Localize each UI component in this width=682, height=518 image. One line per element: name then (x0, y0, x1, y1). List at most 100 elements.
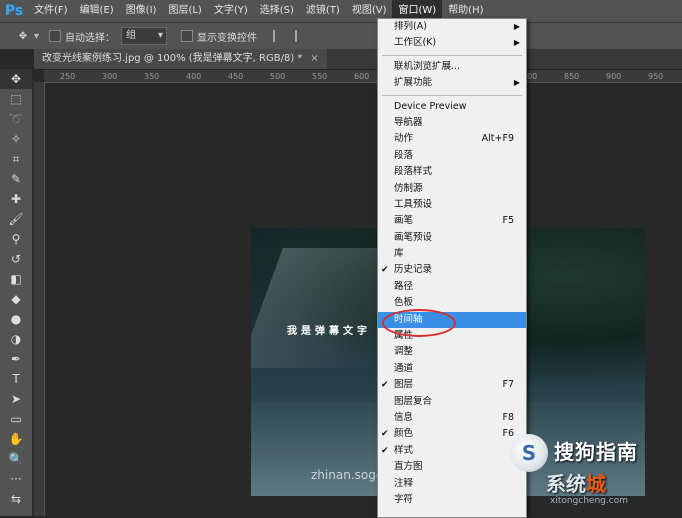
menu-item[interactable]: ✔ 历史记录 (378, 262, 526, 278)
ruler-tick: 900 (606, 72, 622, 81)
menu-item[interactable]: Device Preview (378, 99, 526, 115)
color-swap-icon[interactable]: ⇆ (0, 489, 32, 509)
document-tab-title: 改变光线案例练习.jpg @ 100% (我是弹幕文字, RGB/8) * (42, 53, 303, 64)
menu-item-label: 信息 (394, 411, 414, 423)
auto-select-dropdown[interactable]: 组 (121, 27, 168, 45)
tools-panel: ✥ ⬚ ➰ ✧ ⌗ ✎ ✚ 🖌 ⚲ ↺ ◧ ◆ ● ◑ ✒ T ➤ ▭ ✋ 🔍 … (0, 69, 33, 516)
menu-item[interactable]: 工作区(K) ▶ (378, 35, 526, 51)
menu-item[interactable]: 排列(A) ▶ (378, 19, 526, 35)
blur-tool-icon[interactable]: ● (0, 309, 32, 329)
clone-stamp-icon[interactable]: ⚲ (0, 229, 32, 249)
menu-item[interactable]: 通道 (378, 361, 526, 377)
menu-item-label: 联机浏览扩展... (394, 60, 461, 72)
menu-item[interactable]: 图层复合 (378, 394, 526, 410)
brush-tool-icon[interactable]: 🖌 (0, 209, 32, 229)
menu-bar: Ps 文件(F) 编辑(E) 图像(I) 图层(L) 文字(Y) 选择(S) 滤… (0, 0, 682, 22)
menu-item[interactable]: 扩展功能 ▶ (378, 75, 526, 91)
ruler-tick: 400 (186, 72, 202, 81)
menu-edit[interactable]: 编辑(E) (74, 0, 120, 22)
auto-select-checkbox[interactable] (49, 30, 62, 42)
dodge-tool-icon[interactable]: ◑ (0, 329, 32, 349)
move-tool-icon[interactable]: ✥ (12, 27, 34, 45)
menu-select[interactable]: 选择(S) (254, 0, 300, 22)
menu-item-label: 样式 (394, 444, 414, 456)
eraser-icon[interactable]: ◧ (0, 269, 32, 289)
ruler-tick: 950 (648, 72, 664, 81)
menu-item[interactable]: ✔ 样式 (378, 443, 526, 459)
menu-item[interactable]: 画笔 F5 (378, 213, 526, 229)
menu-item-label: 排列(A) (394, 21, 427, 32)
menu-image[interactable]: 图像(I) (120, 0, 163, 22)
menu-layer[interactable]: 图层(L) (162, 0, 207, 22)
check-icon: ✔ (381, 429, 389, 440)
watermark: S 搜狗指南 系统城 xitongcheng.com (510, 430, 680, 510)
menu-item[interactable]: 注释 (378, 476, 526, 492)
paint-bucket-icon[interactable]: ◆ (0, 289, 32, 309)
close-icon[interactable]: × (310, 53, 318, 64)
menu-item[interactable]: ✔ 颜色 F6 (378, 426, 526, 442)
menu-item-label: 画笔预设 (394, 231, 433, 243)
pen-tool-icon[interactable]: ✒ (0, 349, 32, 369)
menu-item[interactable]: 信息 F8 (378, 410, 526, 426)
menu-item[interactable]: ✔ 图层 F7 (378, 377, 526, 393)
menu-item-label: 色板 (394, 297, 414, 309)
menu-item-shortcut: F8 (502, 411, 514, 423)
menu-item[interactable]: 字符 (378, 492, 526, 508)
menu-item[interactable]: 工具预设 (378, 197, 526, 213)
menu-item-label: Device Preview (394, 100, 467, 112)
ruler-tick: 450 (228, 72, 244, 81)
marquee-tool-icon[interactable]: ⬚ (0, 89, 32, 109)
menu-item-label: 注释 (394, 477, 414, 489)
zoom-tool-icon[interactable]: 🔍 (0, 449, 32, 469)
menu-item-shortcut: F5 (502, 215, 514, 227)
menu-item-label: 库 (394, 248, 404, 260)
show-transform-label: 显示变换控件 (197, 32, 258, 44)
type-tool-icon[interactable]: T (0, 369, 32, 389)
menu-file[interactable]: 文件(F) (28, 0, 74, 22)
menu-item[interactable]: 直方图 (378, 459, 526, 475)
more-tools-icon[interactable]: ··· (0, 469, 32, 489)
ruler-tick: 350 (144, 72, 160, 81)
path-select-icon[interactable]: ➤ (0, 389, 32, 409)
menu-item[interactable]: 联机浏览扩展... (378, 59, 526, 75)
menu-item-shortcut: F7 (502, 379, 514, 391)
align-left-icon[interactable] (273, 30, 289, 42)
photoshop-logo[interactable]: Ps (0, 0, 28, 22)
menu-item-label: 段落样式 (394, 166, 433, 178)
eyedropper-icon[interactable]: ✎ (0, 169, 32, 189)
align-center-icon[interactable] (295, 30, 311, 42)
menu-item[interactable]: 导航器 (378, 115, 526, 131)
crop-tool-icon[interactable]: ⌗ (0, 149, 32, 169)
menu-item-shortcut: Alt+F9 (481, 133, 514, 145)
chevron-right-icon: ▶ (513, 22, 520, 31)
menu-item[interactable]: 库 (378, 246, 526, 262)
menu-item[interactable]: 路径 (378, 279, 526, 295)
menu-filter[interactable]: 滤镜(T) (300, 0, 346, 22)
options-bar: ✥ ▾ 自动选择： 组 显示变换控件 (0, 22, 682, 50)
move-tool-icon[interactable]: ✥ (0, 69, 32, 89)
healing-brush-icon[interactable]: ✚ (0, 189, 32, 209)
menu-item-label: 动作 (394, 133, 414, 145)
menu-item[interactable]: 调整 (378, 344, 526, 360)
document-tab[interactable]: 改变光线案例练习.jpg @ 100% (我是弹幕文字, RGB/8) * × (34, 49, 327, 69)
lasso-tool-icon[interactable]: ➰ (0, 109, 32, 129)
hand-tool-icon[interactable]: ✋ (0, 429, 32, 449)
menu-item[interactable]: 段落 (378, 148, 526, 164)
ruler-tick: 850 (564, 72, 580, 81)
ruler-tick: 500 (270, 72, 286, 81)
chevron-down-icon[interactable]: ▾ (34, 31, 39, 42)
menu-item[interactable]: 仿制源 (378, 181, 526, 197)
document-tabs: 改变光线案例练习.jpg @ 100% (我是弹幕文字, RGB/8) * × (34, 49, 682, 70)
show-transform-checkbox[interactable] (181, 30, 194, 42)
chevron-right-icon: ▶ (513, 78, 520, 88)
menu-type[interactable]: 文字(Y) (208, 0, 254, 22)
history-brush-icon[interactable]: ↺ (0, 249, 32, 269)
watermark-line2-text: 系统 (546, 472, 586, 496)
menu-item[interactable]: 段落样式 (378, 164, 526, 180)
ruler-tick: 600 (354, 72, 370, 81)
menu-item[interactable]: 动作 Alt+F9 (378, 131, 526, 147)
menu-item[interactable]: 画笔预设 (378, 230, 526, 246)
shape-tool-icon[interactable]: ▭ (0, 409, 32, 429)
magic-wand-icon[interactable]: ✧ (0, 129, 32, 149)
menu-item[interactable]: 色板 (378, 295, 526, 311)
